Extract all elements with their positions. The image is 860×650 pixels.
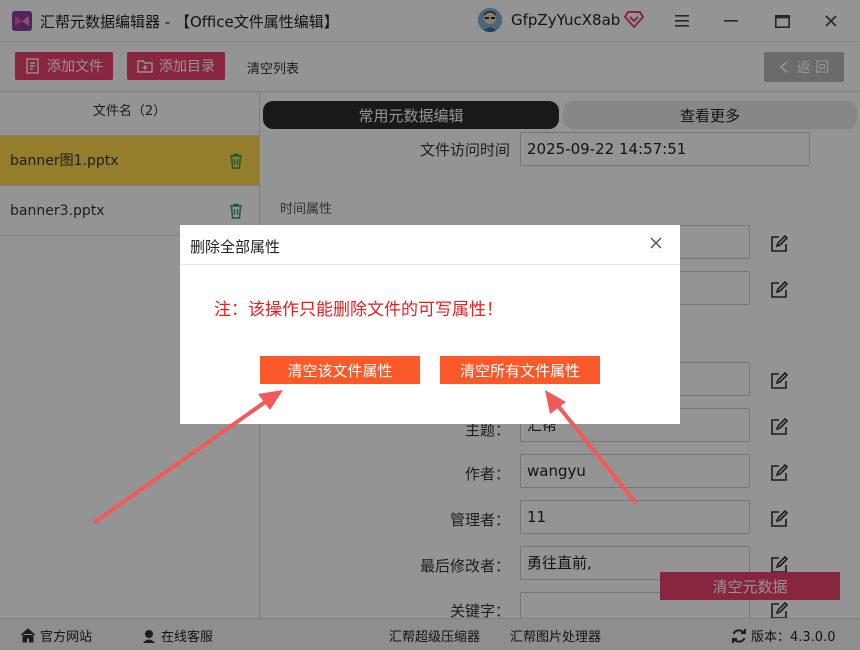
delete-properties-dialog: 删除全部属性 注：该操作只能删除文件的可写属性！ 清空该文件属性 清空所有文件属… bbox=[180, 225, 680, 424]
clear-this-file-button[interactable]: 清空该文件属性 bbox=[260, 356, 420, 384]
warning-note: 注：该操作只能删除文件的可写属性！ bbox=[214, 300, 503, 320]
clear-all-files-button[interactable]: 清空所有文件属性 bbox=[440, 356, 600, 384]
dialog-header: 删除全部属性 bbox=[180, 225, 680, 265]
dialog-title: 删除全部属性 bbox=[190, 238, 281, 256]
close-icon[interactable] bbox=[648, 235, 664, 251]
